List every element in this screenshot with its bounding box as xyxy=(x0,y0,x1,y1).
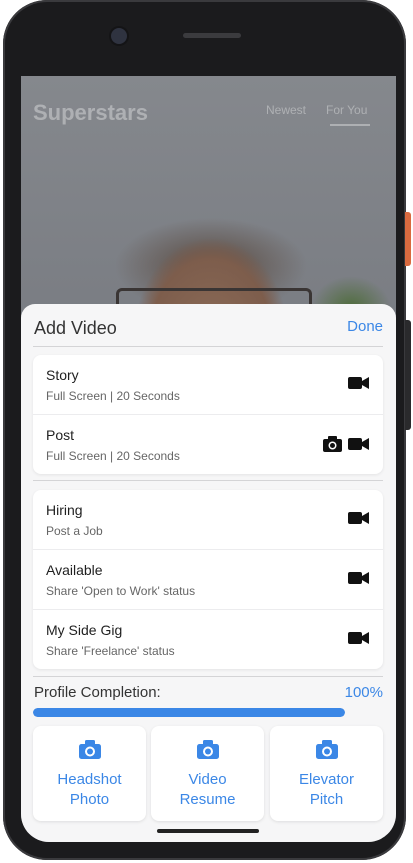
item-subtitle: Full Screen | 20 Seconds xyxy=(46,389,180,403)
list-item-story[interactable]: Story Full Screen | 20 Seconds xyxy=(33,355,383,415)
item-title: Available xyxy=(46,562,103,578)
phone-frame: Superstars Newest For You Add Video Done… xyxy=(3,0,406,860)
done-button[interactable]: Done xyxy=(347,318,383,335)
video-type-group-1: Story Full Screen | 20 Seconds Post Full… xyxy=(33,355,383,474)
add-video-sheet: Add Video Done Story Full Screen | 20 Se… xyxy=(21,304,396,842)
front-camera xyxy=(111,28,127,44)
profile-completion-value: 100% xyxy=(344,684,383,701)
screen: Superstars Newest For You Add Video Done… xyxy=(21,76,396,842)
video-camera-icon[interactable] xyxy=(348,511,369,525)
media-tiles: Headshot Photo Video Resume Elevator Pit… xyxy=(33,726,383,822)
volume-button xyxy=(405,320,411,430)
item-subtitle: Share 'Open to Work' status xyxy=(46,584,196,598)
tab-for-you[interactable]: For You xyxy=(326,103,367,117)
video-camera-icon[interactable] xyxy=(348,571,369,585)
earpiece-speaker xyxy=(183,33,241,38)
list-item-hiring[interactable]: Hiring Post a Job xyxy=(33,490,383,550)
video-camera-icon[interactable] xyxy=(348,376,369,390)
progress-divider xyxy=(33,676,383,677)
item-subtitle: Share 'Freelance' status xyxy=(46,644,175,658)
video-camera-icon[interactable] xyxy=(348,631,369,645)
item-title: My Side Gig xyxy=(46,622,123,638)
video-type-group-2: Hiring Post a Job Available Share 'Open … xyxy=(33,490,383,669)
elevator-pitch-button[interactable]: Elevator Pitch xyxy=(270,726,383,821)
app-title: Superstars xyxy=(33,100,148,125)
group-divider xyxy=(33,480,383,481)
item-subtitle: Post a Job xyxy=(46,524,103,538)
photo-camera-icon[interactable] xyxy=(323,436,342,452)
profile-completion-label: Profile Completion: xyxy=(34,684,161,701)
profile-completion-fill xyxy=(33,708,345,717)
tile-label: Video Resume xyxy=(179,771,236,808)
headshot-photo-button[interactable]: Headshot Photo xyxy=(33,726,146,821)
profile-completion-bar xyxy=(33,708,345,717)
item-title: Story xyxy=(46,367,79,383)
photo-camera-icon xyxy=(197,740,219,759)
sheet-title: Add Video xyxy=(34,318,117,338)
item-title: Post xyxy=(46,427,75,443)
photo-camera-icon xyxy=(316,740,338,759)
power-button xyxy=(405,212,411,266)
tile-label: Elevator Pitch xyxy=(298,771,355,808)
tile-label: Headshot Photo xyxy=(57,771,122,808)
home-indicator[interactable] xyxy=(157,829,259,833)
active-tab-indicator xyxy=(330,124,370,126)
tab-newest[interactable]: Newest xyxy=(266,103,306,117)
item-title: Hiring xyxy=(46,502,83,518)
video-camera-icon[interactable] xyxy=(348,437,369,451)
item-subtitle: Full Screen | 20 Seconds xyxy=(46,449,180,463)
photo-camera-icon xyxy=(79,740,101,759)
list-item-my-side-gig[interactable]: My Side Gig Share 'Freelance' status xyxy=(33,610,383,669)
video-resume-button[interactable]: Video Resume xyxy=(151,726,264,821)
list-item-post[interactable]: Post Full Screen | 20 Seconds xyxy=(33,415,383,474)
header-divider xyxy=(33,346,383,347)
list-item-available[interactable]: Available Share 'Open to Work' status xyxy=(33,550,383,610)
